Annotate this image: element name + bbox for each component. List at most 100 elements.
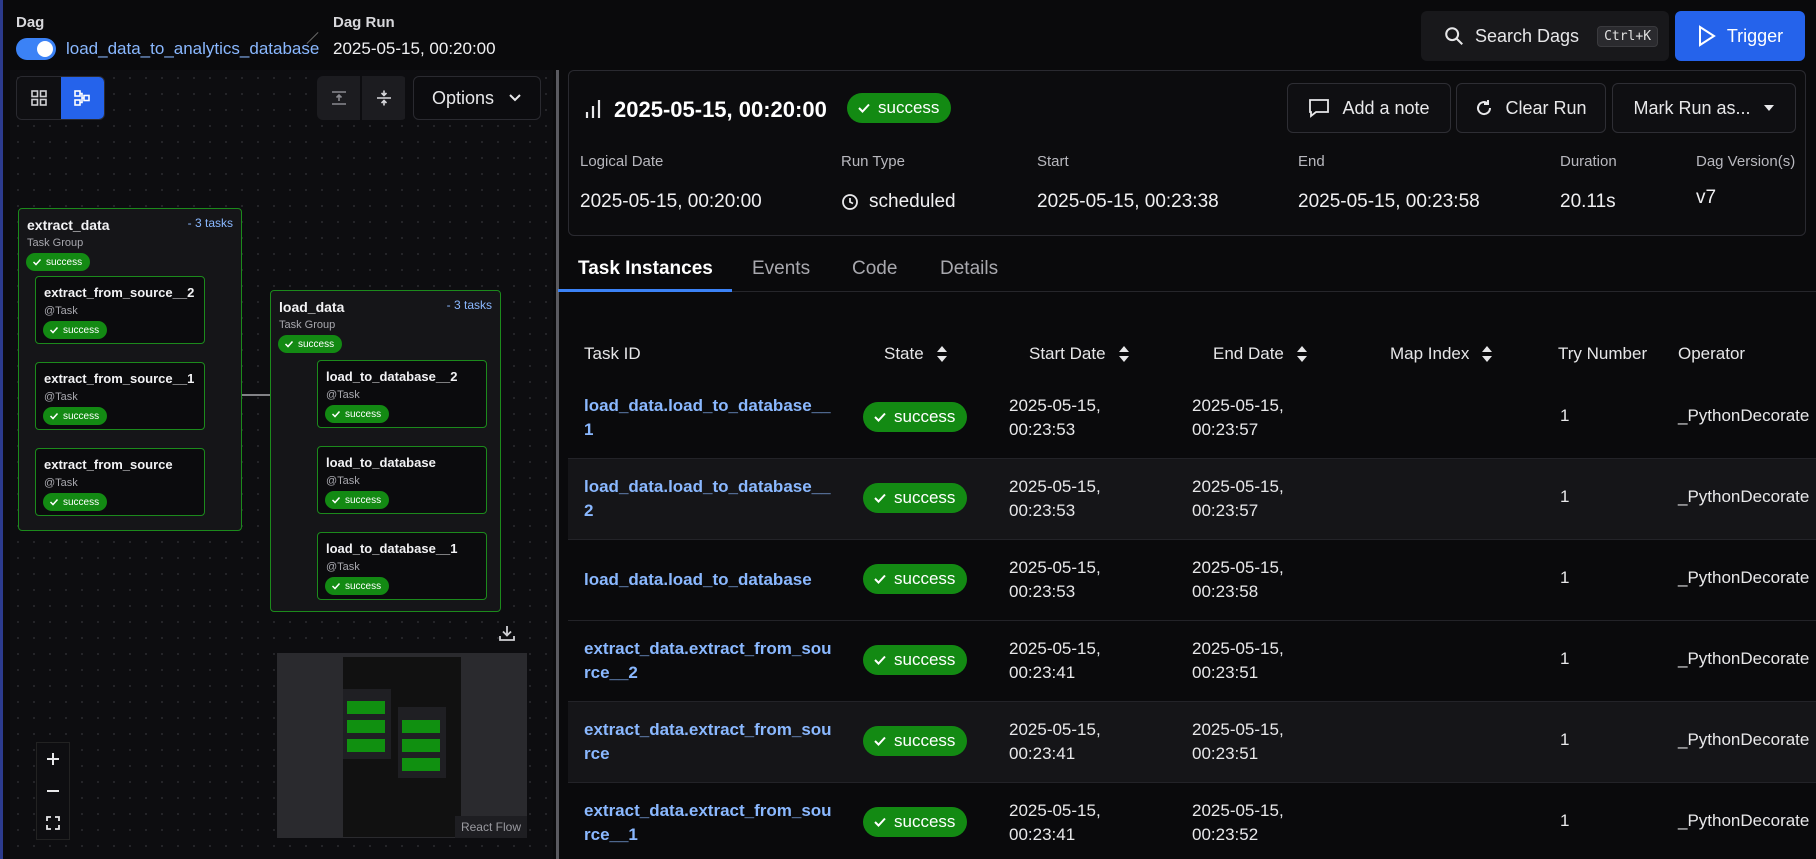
table-row[interactable]: extract_data.extract_from_sou rce success… (568, 702, 1816, 783)
status-text: success (46, 256, 83, 268)
end-date-cell: 2025-05-15, 00:23:57 (1192, 475, 1284, 523)
node-subtitle: @Task (326, 561, 360, 573)
run-title: 2025-05-15, 00:20:00 (614, 97, 827, 122)
task-id-line: rce (584, 744, 610, 763)
column-try-number[interactable]: Try Number (1558, 344, 1647, 364)
column-label: Map Index (1390, 344, 1470, 363)
time-line: 00:23:53 (1009, 420, 1076, 439)
check-icon (49, 326, 59, 334)
date-line: 2025-05-15, (1009, 477, 1101, 496)
panel-resize-handle[interactable] (556, 70, 559, 859)
minimap[interactable]: React Flow (277, 653, 527, 838)
column-operator[interactable]: Operator (1678, 344, 1745, 364)
task-id-link[interactable]: extract_data.extract_from_sou rce__1 (584, 799, 834, 847)
react-flow-attribution[interactable]: React Flow (454, 816, 527, 838)
task-node-load-to-database[interactable]: load_to_database @Task success (317, 446, 487, 514)
trigger-label: Trigger (1726, 25, 1784, 46)
minimap-node (402, 758, 440, 771)
column-task-id[interactable]: Task ID (584, 344, 641, 364)
column-start-date[interactable]: Start Date (1029, 344, 1130, 364)
status-text: success (63, 324, 100, 336)
column-label: Task ID (584, 344, 641, 363)
bar-chart-icon (585, 100, 601, 118)
task-id-link[interactable]: load_data.load_to_database__ 1 (584, 394, 834, 442)
operator-cell: _PythonDecorate (1678, 406, 1810, 425)
task-id-line: extract_data.extract_from_sou (584, 639, 832, 658)
search-label: Search Dags (1475, 25, 1580, 46)
sort-icon (936, 346, 947, 362)
minimap-node (402, 720, 440, 733)
date-line: 2025-05-15, (1192, 639, 1284, 658)
group-task-count[interactable]: - 3 tasks (447, 298, 492, 312)
clear-run-label: Clear Run (1505, 97, 1587, 118)
task-id-line: load_data.load_to_database__ (584, 477, 831, 496)
zoom-controls (36, 742, 70, 840)
try-number-cell: 1 (1560, 568, 1570, 587)
status-text: success (894, 731, 956, 750)
column-state[interactable]: State (884, 344, 948, 364)
task-node-load-to-database-1[interactable]: load_to_database__1 @Task success (317, 532, 487, 600)
table-row[interactable]: load_data.load_to_database__ 1 success 20… (568, 392, 1816, 459)
clock-icon (842, 194, 858, 210)
start-date-cell: 2025-05-15, 00:23:41 (1009, 718, 1101, 766)
column-map-index[interactable]: Map Index (1390, 344, 1493, 364)
clear-run-button[interactable]: Clear Run (1456, 83, 1606, 133)
run-summary-card: 2025-05-15, 00:20:00 success Add a note … (568, 70, 1806, 236)
dag-versions-value[interactable]: v7 (1696, 187, 1716, 209)
tab-details[interactable]: Details (940, 258, 998, 280)
end-date-cell: 2025-05-15, 00:23:51 (1192, 637, 1284, 685)
check-icon (874, 412, 886, 422)
time-line: 00:23:41 (1009, 663, 1076, 682)
task-instances-table[interactable]: load_data.load_to_database__ 1 success 20… (568, 392, 1816, 859)
task-node-extract-from-source-1[interactable]: extract_from_source__1 @Task success (35, 362, 205, 430)
duration-label: Duration (1560, 153, 1617, 170)
time-line: 00:23:53 (1009, 501, 1076, 520)
operator-cell: _PythonDecorate (1678, 649, 1810, 668)
tab-task-instances[interactable]: Task Instances (578, 258, 713, 280)
table-row[interactable]: extract_data.extract_from_sou rce__1 succ… (568, 783, 1816, 859)
dag-name-link[interactable]: load_data_to_analytics_database (66, 39, 319, 59)
table-row[interactable]: extract_data.extract_from_sou rce__2 succ… (568, 621, 1816, 702)
trigger-button[interactable]: Trigger (1675, 11, 1805, 61)
zoom-in-button[interactable] (37, 743, 69, 775)
status-badge: success (325, 491, 390, 509)
run-breadcrumb-value[interactable]: 2025-05-15, 00:20:00 (333, 39, 496, 59)
status-badge: success (863, 564, 968, 594)
date-line: 2025-05-15, (1192, 801, 1284, 820)
search-dags-button[interactable]: Search Dags Ctrl+K (1421, 11, 1669, 61)
task-node-extract-from-source[interactable]: extract_from_source @Task success (35, 448, 205, 516)
task-id-link[interactable]: load_data.load_to_database (584, 568, 834, 592)
tab-events[interactable]: Events (752, 258, 810, 280)
task-id-link[interactable]: extract_data.extract_from_sou rce__2 (584, 637, 834, 685)
task-id-link[interactable]: load_data.load_to_database__ 2 (584, 475, 834, 523)
search-shortcut: Ctrl+K (1597, 25, 1659, 47)
time-line: 00:23:58 (1192, 582, 1259, 601)
group-task-count[interactable]: - 3 tasks (188, 216, 233, 230)
table-row[interactable]: load_data.load_to_database success 2025-… (568, 540, 1816, 621)
sort-icon (1118, 346, 1129, 362)
table-row[interactable]: load_data.load_to_database__ 2 success 20… (568, 459, 1816, 540)
fit-view-button[interactable] (37, 807, 69, 839)
column-end-date[interactable]: End Date (1213, 344, 1308, 364)
header: Dag load_data_to_analytics_database Dag … (0, 0, 1816, 70)
graph-panel[interactable]: Options extract_data - 3 tasks Task Grou… (10, 70, 553, 859)
mark-run-as-dropdown[interactable]: Mark Run as... (1612, 83, 1796, 133)
add-note-button[interactable]: Add a note (1287, 83, 1451, 133)
zoom-out-button[interactable] (37, 775, 69, 807)
add-note-label: Add a note (1342, 97, 1430, 118)
download-icon[interactable] (497, 623, 517, 643)
task-node-load-to-database-2[interactable]: load_to_database__2 @Task success (317, 360, 487, 428)
try-number-cell: 1 (1560, 811, 1570, 830)
task-id-line: load_data.load_to_database__ (584, 396, 831, 415)
dag-versions-label: Dag Version(s) (1696, 153, 1796, 170)
date-line: 2025-05-15, (1009, 639, 1101, 658)
minimap-node (402, 739, 440, 752)
status-badge: success (43, 321, 108, 339)
node-title: extract_from_source__2 (44, 285, 195, 300)
task-node-extract-from-source-2[interactable]: extract_from_source__2 @Task success (35, 276, 205, 344)
check-icon (49, 412, 59, 420)
dag-pause-toggle[interactable] (16, 38, 56, 60)
note-icon (1309, 99, 1330, 118)
tab-code[interactable]: Code (852, 258, 897, 280)
task-id-link[interactable]: extract_data.extract_from_sou rce (584, 718, 834, 766)
